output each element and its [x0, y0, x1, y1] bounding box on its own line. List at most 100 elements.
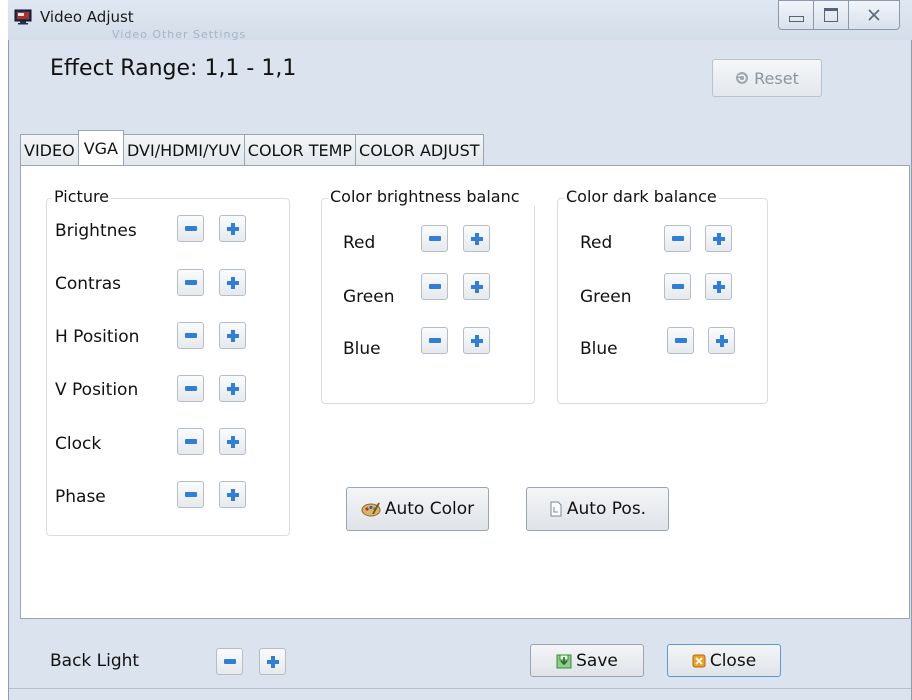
- dark-red-label: Red: [580, 233, 613, 253]
- dark-blue-increase-button[interactable]: [708, 327, 735, 354]
- dark-green-decrease-button[interactable]: [664, 273, 691, 300]
- minus-icon: [184, 280, 197, 285]
- maximize-button[interactable]: [813, 0, 849, 30]
- dark-blue-label: Blue: [580, 339, 618, 359]
- h-position-label: H Position: [55, 327, 140, 347]
- minus-icon: [671, 284, 684, 289]
- palette-icon: [361, 502, 381, 517]
- minus-icon: [671, 236, 684, 241]
- phase-increase-button[interactable]: [219, 481, 246, 508]
- minus-icon: [428, 284, 441, 289]
- auto-color-label: Auto Color: [384, 499, 475, 519]
- tab-dvi-hdmi-yuv[interactable]: DVI/HDMI/YUV: [122, 134, 245, 165]
- h-position-increase-button[interactable]: [219, 322, 246, 349]
- brightness-green-increase-button[interactable]: [463, 273, 490, 300]
- dark-green-increase-button[interactable]: [705, 273, 732, 300]
- tab-color-adjust[interactable]: COLOR ADJUST: [355, 134, 484, 165]
- auto-position-label: Auto Pos.: [566, 499, 647, 519]
- minus-icon: [674, 338, 687, 343]
- close-icon: [692, 654, 706, 667]
- plus-icon: [226, 488, 239, 501]
- v-position-increase-button[interactable]: [219, 375, 246, 402]
- tab-color-temp[interactable]: COLOR TEMP: [243, 134, 357, 165]
- effect-range-label: Effect Range: 1,1 - 1,1: [50, 56, 297, 81]
- v-position-label: V Position: [55, 380, 139, 400]
- dark-red-decrease-button[interactable]: [664, 225, 691, 252]
- plus-icon: [712, 232, 725, 245]
- phase-decrease-button[interactable]: [177, 481, 204, 508]
- auto-color-button[interactable]: Auto Color: [346, 487, 489, 531]
- phase-label: Phase: [55, 487, 106, 507]
- contrast-increase-button[interactable]: [219, 269, 246, 296]
- minus-icon: [428, 338, 441, 343]
- clock-label: Clock: [55, 434, 102, 454]
- tab-video[interactable]: VIDEO: [20, 134, 79, 165]
- plus-icon: [226, 329, 239, 342]
- minus-icon: [184, 492, 197, 497]
- picture-group: [46, 198, 290, 536]
- x-icon: [868, 9, 880, 21]
- minus-icon: [184, 386, 197, 391]
- clock-decrease-button[interactable]: [177, 428, 204, 455]
- plus-icon: [470, 280, 483, 293]
- minus-icon: [184, 439, 197, 444]
- minimize-button[interactable]: [778, 0, 814, 30]
- window-close-button[interactable]: [848, 0, 900, 30]
- minus-icon: [428, 236, 441, 241]
- h-position-decrease-button[interactable]: [177, 322, 204, 349]
- maximize-icon: [824, 8, 838, 22]
- minus-icon: [184, 333, 197, 338]
- brightness-blue-decrease-button[interactable]: [421, 327, 448, 354]
- minus-icon: [184, 226, 197, 231]
- back-light-label: Back Light: [50, 651, 140, 671]
- bottom-divider: [9, 688, 911, 689]
- v-position-decrease-button[interactable]: [177, 375, 204, 402]
- plus-icon: [226, 276, 239, 289]
- contrast-label: Contras: [55, 274, 121, 294]
- close-label: Close: [709, 650, 757, 671]
- contrast-decrease-button[interactable]: [177, 269, 204, 296]
- plus-icon: [715, 334, 728, 347]
- brightness-blue-increase-button[interactable]: [463, 327, 490, 354]
- brightness-red-label: Red: [343, 233, 376, 253]
- tab-strip: VIDEO VGA DVI/HDMI/YUV COLOR TEMP COLOR …: [20, 130, 484, 166]
- brightness-green-decrease-button[interactable]: [421, 273, 448, 300]
- plus-icon: [470, 232, 483, 245]
- picture-group-title: Picture: [52, 187, 112, 206]
- brightness-red-increase-button[interactable]: [463, 225, 490, 252]
- dark-green-label: Green: [580, 287, 632, 307]
- plus-icon: [470, 334, 483, 347]
- background-ghost-text: Video Other Settings: [112, 28, 247, 41]
- document-icon: [550, 501, 562, 517]
- window-title: Video Adjust: [40, 8, 134, 26]
- reset-icon: [736, 72, 749, 84]
- plus-icon: [712, 280, 725, 293]
- color-dark-group-title: Color dark balance: [564, 187, 719, 206]
- back-light-increase-button[interactable]: [259, 648, 286, 675]
- brightness-label: Brightnes: [55, 221, 137, 241]
- tab-vga[interactable]: VGA: [77, 130, 124, 165]
- brightness-green-label: Green: [343, 287, 395, 307]
- monitor-icon: [14, 9, 32, 25]
- save-icon: [556, 654, 572, 668]
- brightness-red-decrease-button[interactable]: [421, 225, 448, 252]
- dark-red-increase-button[interactable]: [705, 225, 732, 252]
- minimize-icon: [788, 16, 804, 22]
- dark-blue-decrease-button[interactable]: [667, 327, 694, 354]
- clock-increase-button[interactable]: [219, 428, 246, 455]
- minus-icon: [223, 659, 236, 664]
- auto-position-button[interactable]: Auto Pos.: [526, 487, 669, 531]
- plus-icon: [226, 222, 239, 235]
- close-button[interactable]: Close: [667, 644, 781, 677]
- back-light-decrease-button[interactable]: [216, 648, 243, 675]
- save-button[interactable]: Save: [530, 644, 644, 677]
- brightness-increase-button[interactable]: [219, 215, 246, 242]
- plus-icon: [266, 655, 279, 668]
- color-brightness-group-title: Color brightness balanc: [328, 187, 538, 206]
- reset-button[interactable]: Reset: [712, 59, 822, 97]
- save-label: Save: [576, 650, 618, 671]
- plus-icon: [226, 382, 239, 395]
- plus-icon: [226, 435, 239, 448]
- brightness-decrease-button[interactable]: [177, 215, 204, 242]
- brightness-blue-label: Blue: [343, 339, 381, 359]
